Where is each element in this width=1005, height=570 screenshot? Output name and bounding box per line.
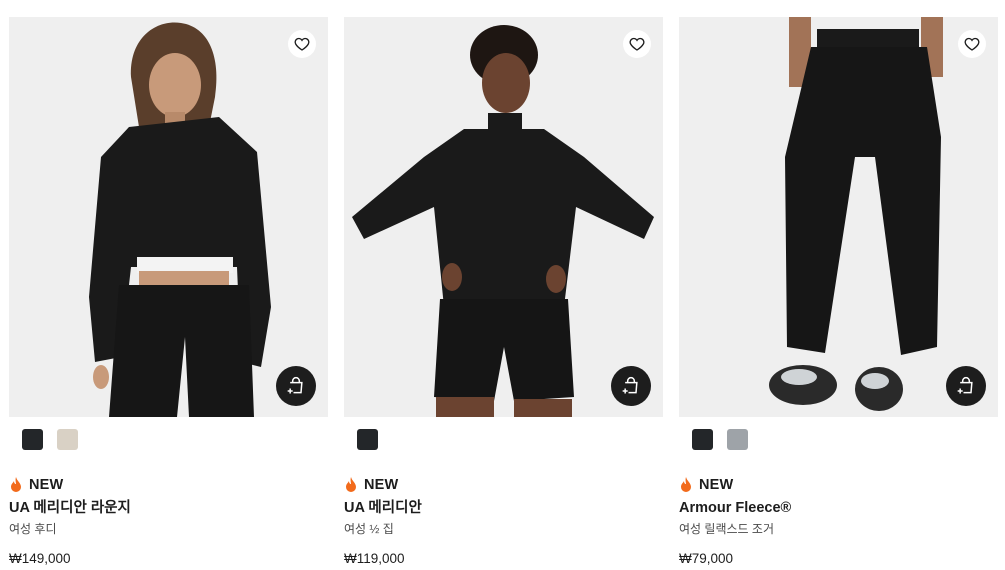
product-price: ₩119,000 — [344, 551, 405, 566]
swatch-black[interactable] — [22, 429, 43, 450]
new-badge: NEW — [679, 476, 998, 494]
bag-plus-icon — [957, 377, 973, 394]
quick-add-button[interactable] — [611, 366, 651, 406]
swatch-beige[interactable] — [57, 429, 78, 450]
product-image[interactable] — [344, 17, 663, 417]
flame-icon — [11, 477, 21, 492]
heart-outline-icon — [964, 37, 980, 51]
flame-icon — [346, 477, 356, 492]
swatch-grey[interactable] — [727, 429, 748, 450]
wishlist-button[interactable] — [958, 30, 986, 58]
product-category: 여성 릴랙스드 조거 — [679, 522, 774, 536]
product-photo-hoodie — [9, 17, 328, 417]
color-swatches — [692, 429, 998, 450]
new-badge: NEW — [344, 476, 663, 494]
product-photo-half-zip — [344, 17, 663, 417]
quick-add-button[interactable] — [276, 366, 316, 406]
product-photo-joggers — [679, 17, 998, 417]
swatch-black[interactable] — [692, 429, 713, 450]
product-price: ₩149,000 — [9, 551, 71, 566]
wishlist-button[interactable] — [623, 30, 651, 58]
product-category: 여성 후디 — [9, 522, 57, 536]
new-badge: NEW — [9, 476, 328, 494]
product-category: 여성 ½ 집 — [344, 522, 394, 536]
color-swatches — [357, 429, 663, 450]
bag-plus-icon — [622, 377, 638, 394]
product-name[interactable]: Armour Fleece® — [679, 499, 998, 518]
badge-label: NEW — [699, 477, 734, 493]
swatch-black[interactable] — [357, 429, 378, 450]
badge-label: NEW — [364, 477, 399, 493]
product-card[interactable]: NEW UA 메리디안 여성 ½ 집 ₩119,000 — [344, 17, 663, 568]
product-image[interactable] — [9, 17, 328, 417]
product-image[interactable] — [679, 17, 998, 417]
product-name[interactable]: UA 메리디안 — [344, 499, 663, 518]
badge-label: NEW — [29, 477, 64, 493]
product-card[interactable]: NEW UA 메리디안 라운지 여성 후디 ₩149,000 — [9, 17, 328, 568]
wishlist-button[interactable] — [288, 30, 316, 58]
product-card[interactable]: NEW Armour Fleece® 여성 릴랙스드 조거 ₩79,000 — [679, 17, 998, 568]
product-grid: NEW UA 메리디안 라운지 여성 후디 ₩149,000 NEW UA 메리… — [9, 17, 998, 568]
flame-icon — [681, 477, 691, 492]
product-name[interactable]: UA 메리디안 라운지 — [9, 499, 328, 518]
product-price: ₩79,000 — [679, 551, 734, 566]
heart-outline-icon — [629, 37, 645, 51]
heart-outline-icon — [294, 37, 310, 51]
quick-add-button[interactable] — [946, 366, 986, 406]
color-swatches — [22, 429, 328, 450]
bag-plus-icon — [287, 377, 303, 394]
